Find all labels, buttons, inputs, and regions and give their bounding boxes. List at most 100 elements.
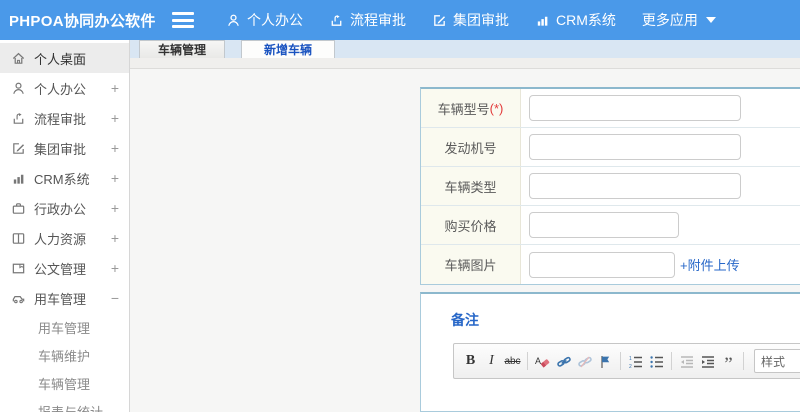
- content-column: 车辆管理 新增车辆 车辆型号 (*) 发动机号 车辆类型 购买价格 车辆图片 +…: [130, 40, 800, 412]
- sidebar-item-personal-office[interactable]: 个人办公 +: [0, 73, 129, 103]
- required-marker: (*): [489, 100, 504, 116]
- vehicle-type-input[interactable]: [529, 173, 741, 199]
- workflow-icon: [329, 13, 344, 28]
- nav-personal-office[interactable]: 个人办公: [226, 10, 303, 30]
- numbered-list-icon: 12: [628, 354, 643, 370]
- nav-label: 更多应用: [641, 12, 698, 28]
- tab-bar: 车辆管理 新增车辆: [130, 40, 800, 58]
- sidebar-item-document-management[interactable]: 公文管理 +: [0, 253, 129, 283]
- nav-label: 集团审批: [453, 12, 509, 28]
- top-header: PHPOA协同办公软件 个人办公 流程审批 集团审批 CRM系统 更多应用: [0, 0, 800, 40]
- workflow-icon: [11, 111, 26, 126]
- sidebar-item-label: 流程审批: [34, 111, 87, 127]
- field-label-text: 发动机号: [444, 140, 497, 156]
- bar-chart-icon: [535, 13, 550, 28]
- person-icon: [226, 13, 241, 28]
- expand-plus-icon: +: [110, 110, 119, 126]
- form-row-purchase-price: 购买价格: [421, 206, 800, 245]
- sidebar-item-group-approval[interactable]: 集团审批 +: [0, 133, 129, 163]
- sidebar-subitem-vehicle-use[interactable]: 用车管理: [0, 313, 129, 341]
- rich-text-toolbar: B I abc A 1 2 ” 样式: [453, 343, 800, 379]
- field-label: 购买价格: [421, 206, 521, 244]
- field-label-text: 车辆图片: [444, 258, 497, 273]
- sidebar-subitem-label: 报表与统计: [38, 404, 104, 412]
- sidebar: 个人桌面 个人办公 + 流程审批 + 集团审批 + CRM系统 + 行政办公 +…: [0, 40, 130, 412]
- remarks-panel: 备注 B I abc A 1 2 ” 样式: [420, 292, 800, 412]
- car-icon: [11, 291, 26, 306]
- form-row-vehicle-model: 车辆型号 (*): [421, 89, 800, 128]
- anchor-button[interactable]: [595, 348, 616, 374]
- sidebar-item-crm-system[interactable]: CRM系统 +: [0, 163, 129, 193]
- sidebar-subitem-vehicle-maintenance[interactable]: 车辆维护: [0, 341, 129, 369]
- style-dropdown[interactable]: 样式: [754, 349, 800, 373]
- unlink-button[interactable]: [574, 348, 595, 374]
- document-icon: [11, 261, 26, 276]
- style-dropdown-label: 样式: [761, 354, 786, 369]
- nav-crm-system[interactable]: CRM系统: [535, 10, 616, 30]
- expand-plus-icon: +: [110, 80, 119, 96]
- sidebar-item-vehicle-management[interactable]: 用车管理 −: [0, 283, 129, 313]
- sidebar-item-human-resources[interactable]: 人力资源 +: [0, 223, 129, 253]
- field-label: 发动机号: [421, 128, 521, 166]
- indent-button[interactable]: [697, 348, 718, 374]
- home-icon: [11, 51, 26, 66]
- toolbar-divider: [743, 352, 744, 370]
- bullet-list-button[interactable]: [646, 348, 667, 374]
- hamburger-menu-icon[interactable]: [172, 12, 194, 28]
- sidebar-item-label: 公文管理: [34, 261, 87, 277]
- sidebar-subitem-vehicle-management[interactable]: 车辆管理: [0, 369, 129, 397]
- nav-label: 流程审批: [350, 12, 406, 28]
- field-label-text: 购买价格: [444, 218, 497, 234]
- toolbar-divider: [671, 352, 672, 370]
- sidebar-item-admin-office[interactable]: 行政办公 +: [0, 193, 129, 223]
- field-label: 车辆图片: [421, 245, 521, 284]
- purchase-price-input[interactable]: [529, 212, 679, 238]
- form-row-engine-number: 发动机号: [421, 128, 800, 167]
- bullet-list-icon: [649, 354, 664, 369]
- sidebar-subitem-reports-statistics[interactable]: 报表与统计: [0, 397, 129, 412]
- field-label-text: 车辆类型: [444, 179, 497, 195]
- bold-button[interactable]: B: [460, 348, 481, 374]
- sidebar-subitem-label: 用车管理: [38, 320, 91, 336]
- engine-number-input[interactable]: [529, 134, 741, 160]
- nav-label: 个人办公: [247, 12, 303, 28]
- caret-down-icon: [705, 17, 716, 23]
- vehicle-model-input[interactable]: [529, 95, 741, 121]
- form-row-vehicle-image: 车辆图片 +附件上传: [421, 245, 800, 284]
- nav-more-apps[interactable]: 更多应用: [642, 10, 716, 30]
- sidebar-item-personal-desktop[interactable]: 个人桌面: [0, 43, 129, 73]
- nav-workflow-approval[interactable]: 流程审批: [329, 10, 406, 30]
- edit-square-icon: [11, 141, 26, 156]
- svg-text:2: 2: [629, 364, 632, 370]
- sidebar-item-label: 集团审批: [34, 141, 87, 157]
- sidebar-item-label: 行政办公: [34, 201, 87, 217]
- indent-icon: [700, 354, 715, 369]
- expand-plus-icon: +: [110, 230, 119, 246]
- blockquote-button[interactable]: ”: [718, 348, 739, 374]
- briefcase-icon: [11, 201, 26, 216]
- flag-icon: [598, 354, 613, 369]
- collapse-minus-icon: −: [110, 290, 119, 306]
- toolbar-divider: [527, 352, 528, 370]
- top-nav: 个人办公 流程审批 集团审批 CRM系统 更多应用: [226, 10, 716, 30]
- sidebar-item-workflow-approval[interactable]: 流程审批 +: [0, 103, 129, 133]
- numbered-list-button[interactable]: 12: [625, 348, 646, 374]
- svg-text:1: 1: [629, 356, 632, 362]
- remove-format-button[interactable]: A: [532, 348, 553, 374]
- tab-vehicle-management[interactable]: 车辆管理: [139, 40, 226, 58]
- link-button[interactable]: [553, 348, 574, 374]
- strikethrough-button[interactable]: abc: [502, 348, 523, 374]
- page-content: 车辆型号 (*) 发动机号 车辆类型 购买价格 车辆图片 +附件上传 备注 B …: [130, 69, 800, 412]
- vehicle-image-input[interactable]: [529, 251, 675, 278]
- unlink-icon: [577, 354, 592, 369]
- nav-group-approval[interactable]: 集团审批: [432, 10, 509, 30]
- tab-add-vehicle[interactable]: 新增车辆: [241, 40, 336, 58]
- italic-button[interactable]: I: [481, 348, 502, 374]
- sidebar-subitem-label: 车辆管理: [38, 376, 91, 392]
- outdent-button[interactable]: [676, 348, 697, 374]
- outdent-icon: [679, 354, 694, 369]
- attachment-upload-link[interactable]: +附件上传: [680, 255, 740, 274]
- sidebar-subitem-label: 车辆维护: [38, 348, 91, 364]
- expand-plus-icon: +: [110, 170, 119, 186]
- sidebar-item-label: 人力资源: [34, 231, 87, 247]
